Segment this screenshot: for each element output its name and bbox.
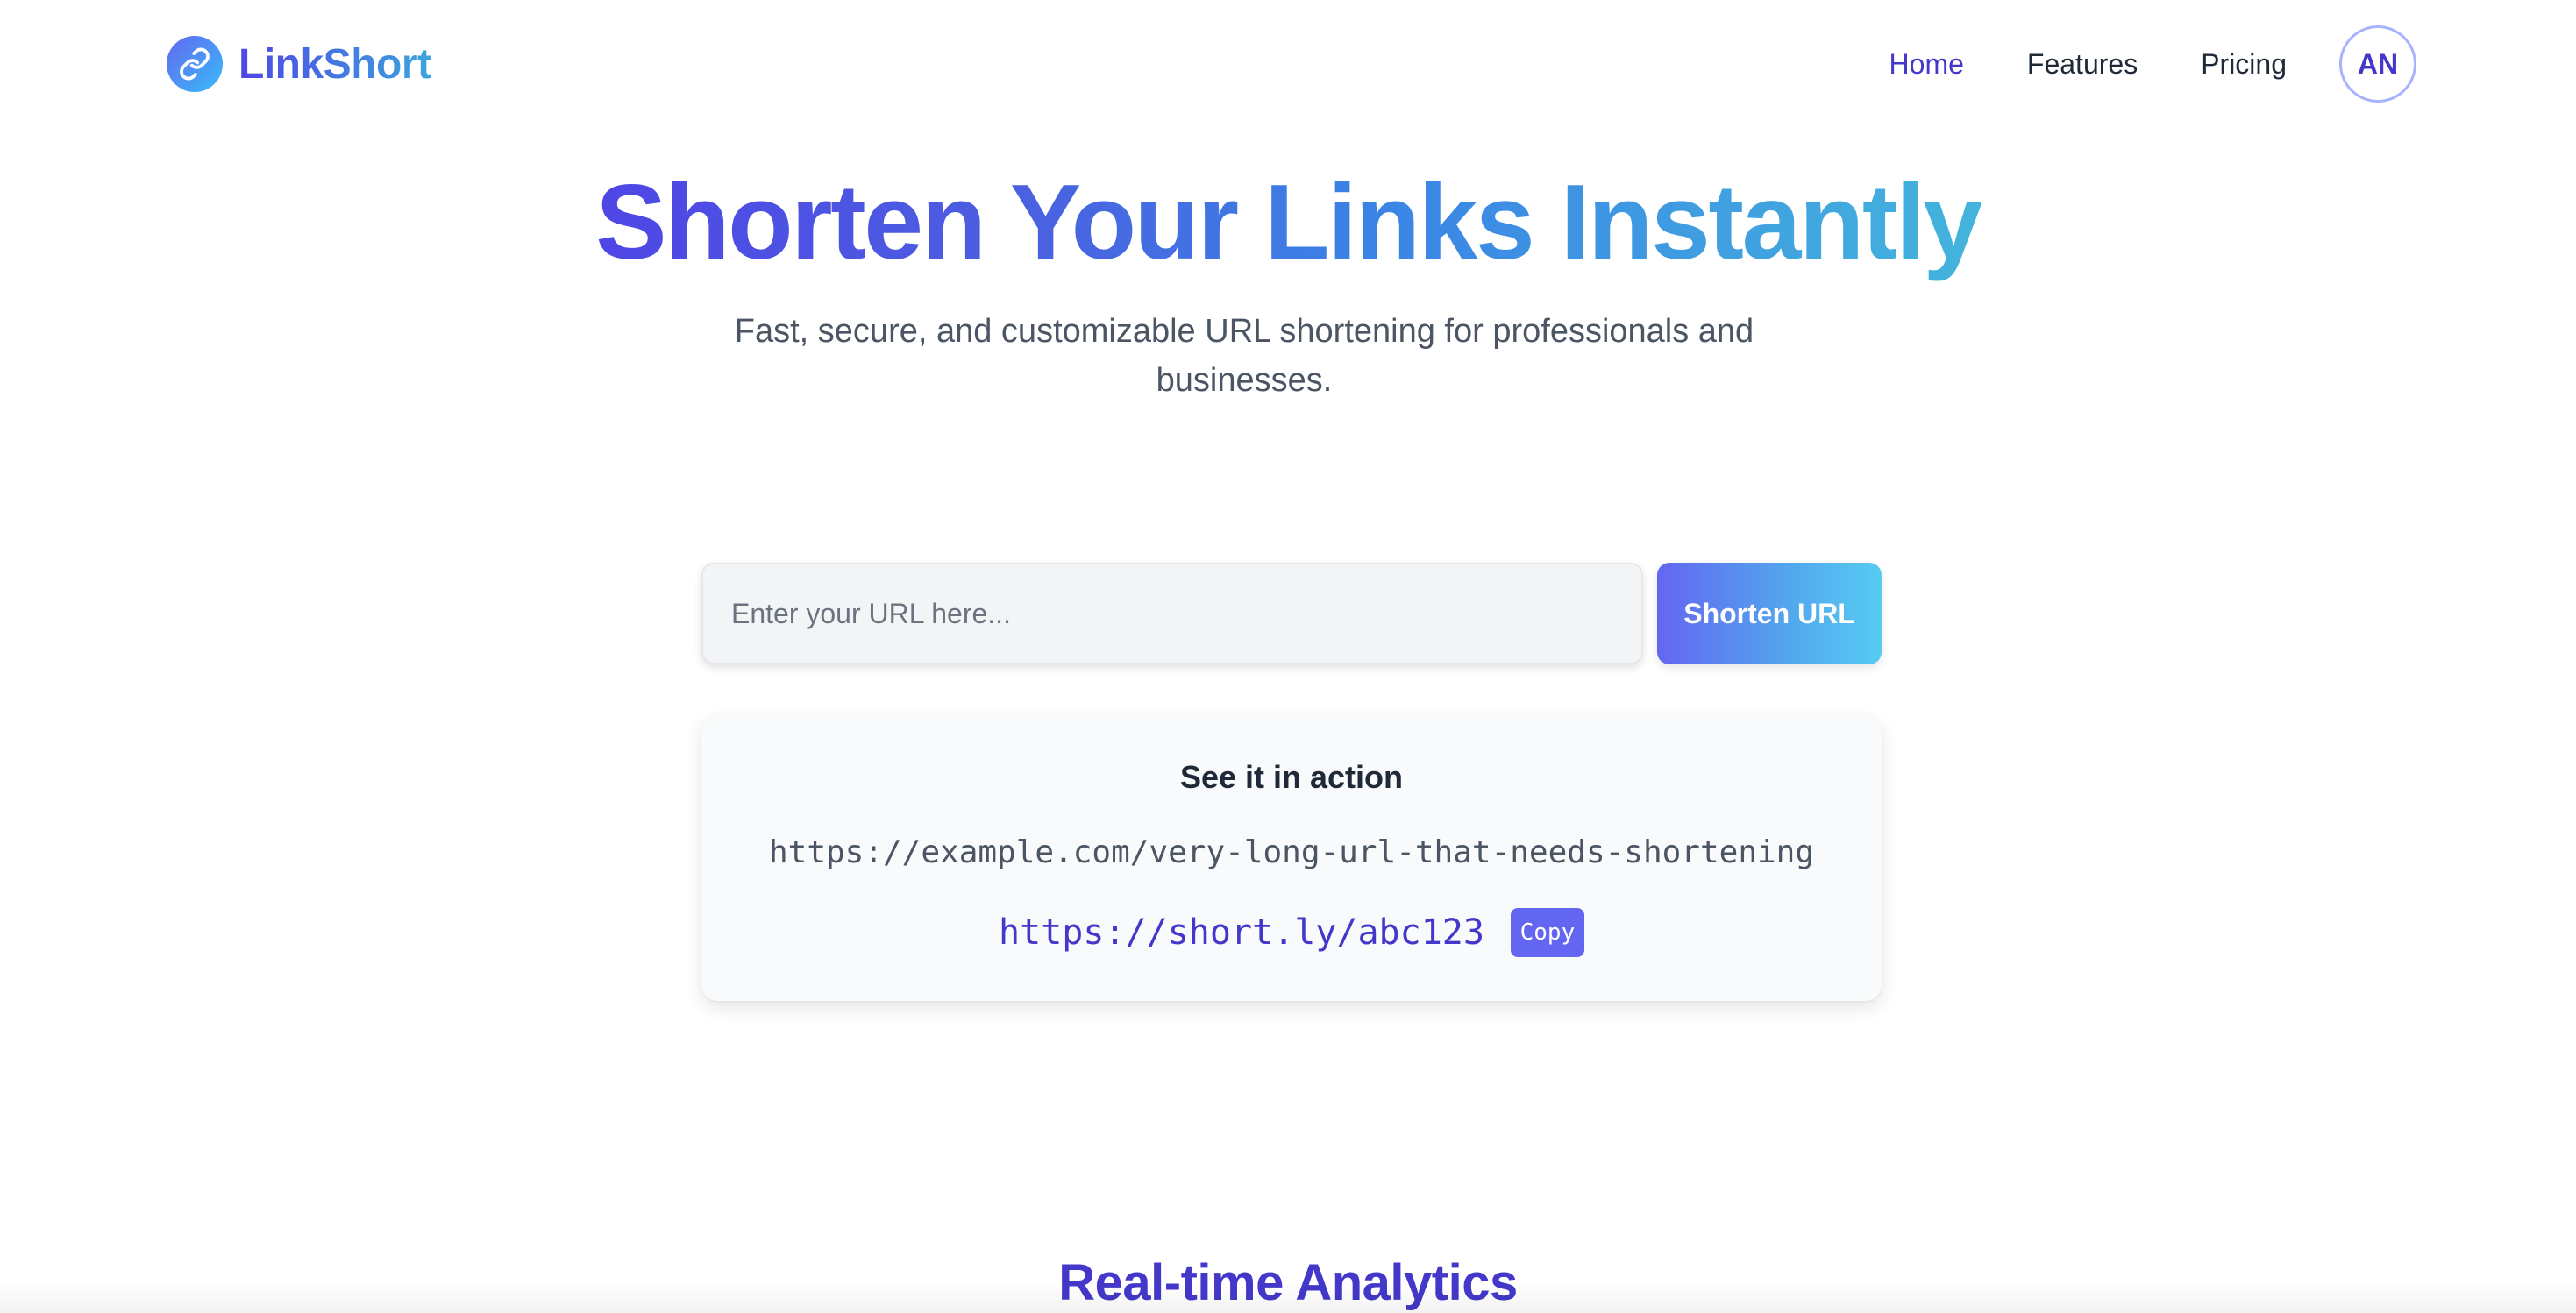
demo-long-url: https://example.com/very-long-url-that-n… xyxy=(768,834,1815,870)
hero-subtitle: Fast, secure, and customizable URL short… xyxy=(734,313,1754,399)
url-input[interactable] xyxy=(701,563,1643,664)
brand-name: LinkShort xyxy=(238,40,431,88)
brand-logo[interactable]: LinkShort xyxy=(167,35,431,93)
copy-button[interactable]: Copy xyxy=(1510,908,1584,957)
nav-link-home[interactable]: Home xyxy=(1889,48,1964,81)
demo-short-url[interactable]: https://short.ly/abc123 xyxy=(999,912,1484,953)
hero-title-text: Shorten Your Links Instantly xyxy=(595,156,1982,287)
nav-link-features[interactable]: Features xyxy=(2027,48,2138,81)
main-nav: Home Features Pricing AN xyxy=(1889,23,2416,105)
demo-title: See it in action xyxy=(1179,759,1404,795)
link-icon xyxy=(167,36,223,92)
user-avatar[interactable]: AN xyxy=(2339,25,2416,103)
demo-short-url-row: https://short.ly/abc123 Copy xyxy=(701,906,1882,959)
demo-card: See it in action https://example.com/ver… xyxy=(701,715,1882,1001)
nav-link-pricing[interactable]: Pricing xyxy=(2201,48,2287,81)
site-header: LinkShort Home Features Pricing AN xyxy=(0,0,2576,128)
analytics-section-title: Real-time Analytics xyxy=(1058,1254,1518,1311)
shorten-url-button[interactable]: Shorten URL xyxy=(1657,563,1882,664)
hero-title: Shorten Your Links Instantly xyxy=(0,156,2576,287)
